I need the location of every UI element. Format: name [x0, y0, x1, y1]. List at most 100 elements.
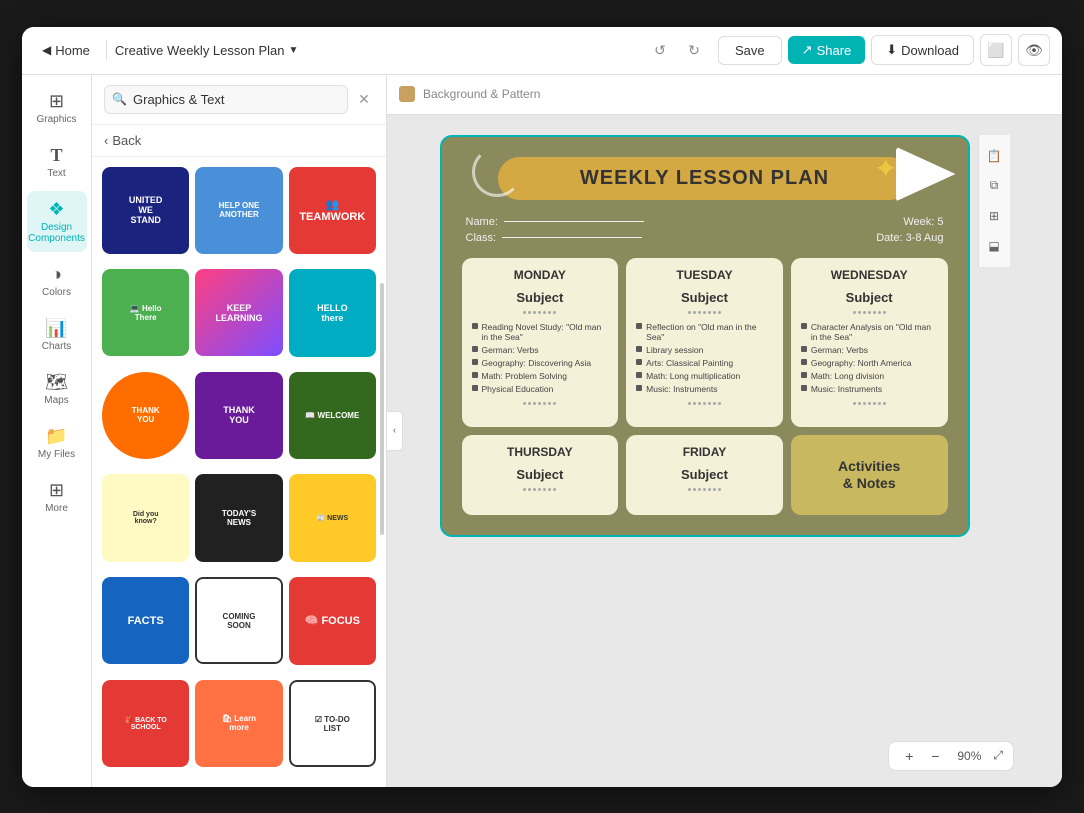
- sticker-learnmore[interactable]: 🛍 Learnmore: [195, 680, 282, 767]
- sticker-united[interactable]: UNITEDWESTAND: [102, 167, 189, 254]
- search-input[interactable]: [104, 85, 348, 114]
- sidebar-item-text[interactable]: T Text: [27, 137, 87, 187]
- monday-header: MONDAY: [472, 268, 609, 282]
- canvas-wrapper[interactable]: ✦ WEEKLY LESSON PLAN Name:: [387, 115, 1062, 787]
- save-button[interactable]: Save: [718, 36, 782, 65]
- graphics-label: Graphics: [36, 114, 76, 125]
- meta-right: Week: 5 Date: 3-8 Aug: [876, 216, 943, 244]
- expand-button[interactable]: ⬓: [981, 233, 1007, 259]
- sticker-grid: UNITEDWESTAND HELP ONEANOTHER 👥 TEAMWORK…: [92, 157, 386, 787]
- right-tools: 📋 ⧉ ⊞ ⬓: [978, 135, 1010, 267]
- charts-icon: 📊: [45, 318, 67, 339]
- sticker-financial[interactable]: 📰 NEWS: [289, 474, 376, 561]
- undo-button[interactable]: ↺: [644, 34, 676, 66]
- wednesday-card: WEDNESDAY Subject Character Analysis on …: [791, 258, 948, 427]
- redo-button[interactable]: ↻: [678, 34, 710, 66]
- name-line: Name:: [466, 216, 644, 228]
- sticker-coming[interactable]: COMINGSOON: [195, 577, 282, 664]
- sticker-welcome[interactable]: 📖 WELCOME: [289, 372, 376, 459]
- sticker-teamwork[interactable]: 👥 TEAMWORK: [289, 167, 376, 254]
- graphics-icon: ⊞: [49, 91, 64, 112]
- search-wrap: 🔍: [104, 85, 348, 114]
- zoom-bar: + − 90% ⤢: [888, 741, 1014, 771]
- download-button[interactable]: ⬇ Download: [871, 35, 974, 65]
- back-button[interactable]: ‹ Back: [92, 125, 386, 157]
- sidebar-item-graphics[interactable]: ⊞ Graphics: [27, 83, 87, 133]
- colors-label: Colors: [42, 287, 71, 298]
- preview-button[interactable]: 👁: [1018, 34, 1050, 66]
- sidebar-item-design[interactable]: ❖ DesignComponents: [27, 191, 87, 252]
- sticker-todaysnews[interactable]: TODAY'SNEWS: [195, 474, 282, 561]
- sticker-keep[interactable]: KEEPLEARNING: [195, 269, 282, 356]
- deco-circle: [472, 147, 522, 197]
- sticker-focus[interactable]: 🧠 FOCUS: [289, 577, 376, 664]
- friday-subject: Subject: [636, 467, 773, 482]
- zoom-out-button[interactable]: −: [925, 746, 945, 766]
- name-underline: [504, 221, 644, 222]
- wednesday-dots-bottom: [801, 402, 938, 405]
- activities-card: Activities& Notes: [791, 435, 948, 515]
- design-label: DesignComponents: [28, 222, 85, 244]
- home-button[interactable]: ◀ Home: [34, 39, 98, 62]
- deco-star: ✦: [874, 152, 897, 185]
- zoom-in-button[interactable]: +: [899, 746, 919, 766]
- tuesday-card: TUESDAY Subject Reflection on "Old man i…: [626, 258, 783, 427]
- tuesday-dots: [636, 311, 773, 314]
- monday-subject: Subject: [472, 290, 609, 305]
- sticker-didyouknow[interactable]: Did youknow?: [102, 474, 189, 561]
- copy-button[interactable]: ⧉: [981, 173, 1007, 199]
- panel-search-bar: 🔍 ✕: [92, 75, 386, 125]
- bg-color-swatch[interactable]: [399, 86, 415, 102]
- collapse-panel-button[interactable]: ‹: [387, 411, 403, 451]
- text-icon: T: [50, 145, 62, 166]
- monday-dots: [472, 311, 609, 314]
- page-settings-button[interactable]: 📋: [981, 143, 1007, 169]
- grid-button[interactable]: ⊞: [981, 203, 1007, 229]
- friday-dots: [636, 488, 773, 491]
- monday-card: MONDAY Subject Reading Novel Study: "Old…: [462, 258, 619, 427]
- lesson-title-banner: WEEKLY LESSON PLAN: [498, 157, 911, 200]
- friday-header: FRIDAY: [636, 445, 773, 459]
- week-label: Week: 5: [876, 216, 943, 228]
- sticker-thankyou[interactable]: THANKYOU: [102, 372, 189, 459]
- list-item: Music: Instruments: [636, 384, 773, 394]
- tuesday-dots-bottom: [636, 402, 773, 405]
- sidebar-item-maps[interactable]: 🗺 Maps: [27, 364, 87, 414]
- sidebar-item-myfiles[interactable]: 📁 My Files: [27, 418, 87, 468]
- list-item: Physical Education: [472, 384, 609, 394]
- class-line: Class:: [466, 232, 644, 244]
- list-item: Geography: North America: [801, 358, 938, 368]
- download-icon: ⬇: [886, 42, 897, 58]
- sticker-hello2[interactable]: HELLOthere: [289, 269, 376, 356]
- sticker-help[interactable]: HELP ONEANOTHER: [195, 167, 282, 254]
- activities-title: Activities& Notes: [838, 458, 900, 492]
- monday-items: Reading Novel Study: "Old man in the Sea…: [472, 322, 609, 394]
- design-icon: ❖: [48, 199, 64, 220]
- sticker-todolist[interactable]: ☑ TO-DOLIST: [289, 680, 376, 767]
- sticker-hello[interactable]: 💻 HelloThere: [102, 269, 189, 356]
- clear-search-button[interactable]: ✕: [354, 89, 374, 109]
- thursday-header: THURSDAY: [472, 445, 609, 459]
- top-days-grid: MONDAY Subject Reading Novel Study: "Old…: [462, 258, 948, 427]
- sidebar-item-more[interactable]: ⊞ More: [27, 472, 87, 522]
- sidebar-item-charts[interactable]: 📊 Charts: [27, 310, 87, 360]
- sticker-facts[interactable]: FACTS: [102, 577, 189, 664]
- wednesday-subject: Subject: [801, 290, 938, 305]
- sidebar-item-colors[interactable]: ◑ Colors: [27, 256, 87, 306]
- scroll-indicator: [380, 283, 384, 535]
- share-button[interactable]: ↗ Share: [788, 36, 866, 64]
- app-window: ◀ Home Creative Weekly Lesson Plan ▼ ↺ ↻…: [22, 27, 1062, 787]
- reset-zoom-icon[interactable]: ⤢: [993, 748, 1003, 763]
- thursday-dots: [472, 488, 609, 491]
- share-label: Share: [817, 43, 852, 58]
- document-title-text: Creative Weekly Lesson Plan: [115, 43, 285, 58]
- document-title[interactable]: Creative Weekly Lesson Plan ▼: [115, 43, 298, 58]
- more-label: More: [45, 503, 68, 514]
- charts-label: Charts: [42, 341, 71, 352]
- myfiles-icon: 📁: [45, 426, 67, 447]
- sticker-thankyou2[interactable]: THANKYOU: [195, 372, 282, 459]
- sticker-backtoschool[interactable]: 🎒 BACK TOSCHOOL: [102, 680, 189, 767]
- date-label: Date: 3-8 Aug: [876, 232, 943, 244]
- monday-dots-bottom: [472, 402, 609, 405]
- resize-button[interactable]: ⬜: [980, 34, 1012, 66]
